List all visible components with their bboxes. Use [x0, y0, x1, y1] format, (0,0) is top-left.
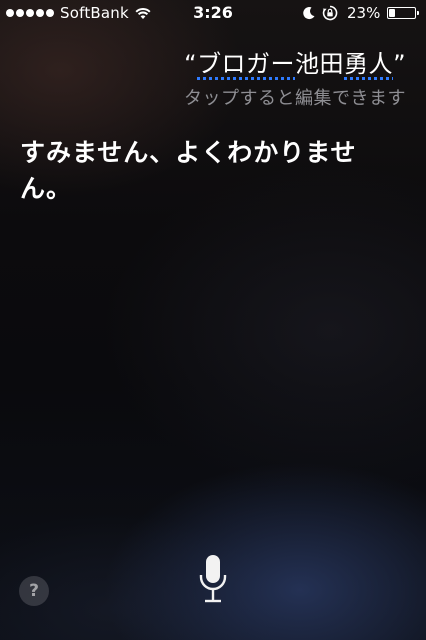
battery-nub [417, 11, 419, 15]
rotation-lock-icon [322, 5, 338, 21]
battery-icon [387, 7, 419, 19]
help-button[interactable]: ? [19, 576, 49, 606]
tap-to-edit-hint[interactable]: タップすると編集できます [184, 84, 406, 110]
query-open-quote: “ [184, 50, 198, 78]
siri-query-text[interactable]: “ブロガー池田勇人” [184, 44, 406, 79]
query-close-quote: ” [393, 50, 406, 78]
status-bar: SoftBank 3:26 23% [0, 0, 426, 28]
siri-response-text: すみません、よくわかりません。 [20, 138, 357, 203]
query-word-ikeda: 池田 [295, 50, 345, 78]
do-not-disturb-moon-icon [303, 7, 315, 20]
query-word-hayato[interactable]: 勇人 [344, 50, 393, 78]
microphone-icon[interactable] [195, 553, 231, 609]
battery-fill [389, 9, 395, 17]
query-word-blogger[interactable]: ブロガー [197, 50, 295, 78]
siri-screen: SoftBank 3:26 23% “ブロガー池田勇人” タップすると編集できま… [0, 0, 426, 640]
battery-percentage: 23% [347, 4, 381, 22]
